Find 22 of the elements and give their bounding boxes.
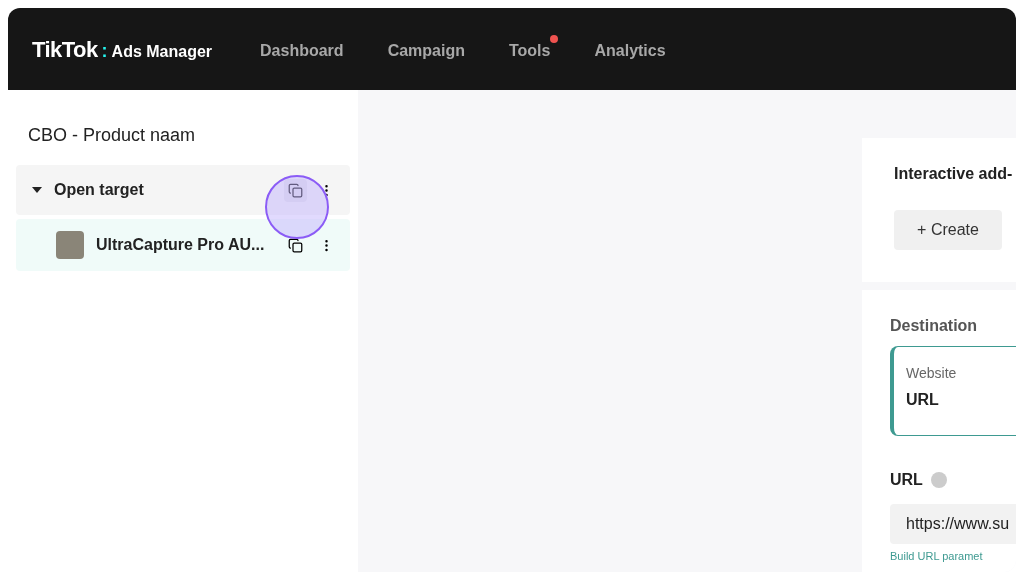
- section-title: Destination: [890, 316, 979, 336]
- build-url-link[interactable]: Build URL paramet: [890, 548, 1016, 565]
- caret-icon[interactable]: [32, 187, 42, 193]
- url-input[interactable]: https://www.su: [890, 504, 1016, 544]
- tree-group-row[interactable]: Open target: [16, 165, 350, 215]
- field-label: URL: [890, 470, 923, 490]
- section-title: Interactive add-: [894, 164, 1014, 184]
- create-button[interactable]: + Create: [894, 210, 1002, 250]
- thumbnail-placeholder: [56, 231, 84, 259]
- option-value: URL: [906, 390, 940, 410]
- tree-item-row[interactable]: UltraCapture Pro AU...: [16, 219, 350, 271]
- cursor-highlight: [265, 175, 329, 239]
- logo[interactable]: TikTok : Ads Manager: [32, 32, 213, 66]
- group-label: Open target: [54, 180, 145, 200]
- item-label: UltraCapture Pro AU...: [96, 235, 266, 255]
- nav-link[interactable]: Campaign: [387, 35, 473, 63]
- website-option[interactable]: Website URL: [890, 346, 1016, 436]
- option-label: Website: [906, 364, 958, 383]
- nav-link[interactable]: Tools: [508, 35, 559, 63]
- nav-link[interactable]: Dashboard: [260, 35, 352, 63]
- campaign-title: CBO - Product naam: [27, 124, 197, 147]
- nav-link[interactable]: Analytics: [594, 35, 674, 63]
